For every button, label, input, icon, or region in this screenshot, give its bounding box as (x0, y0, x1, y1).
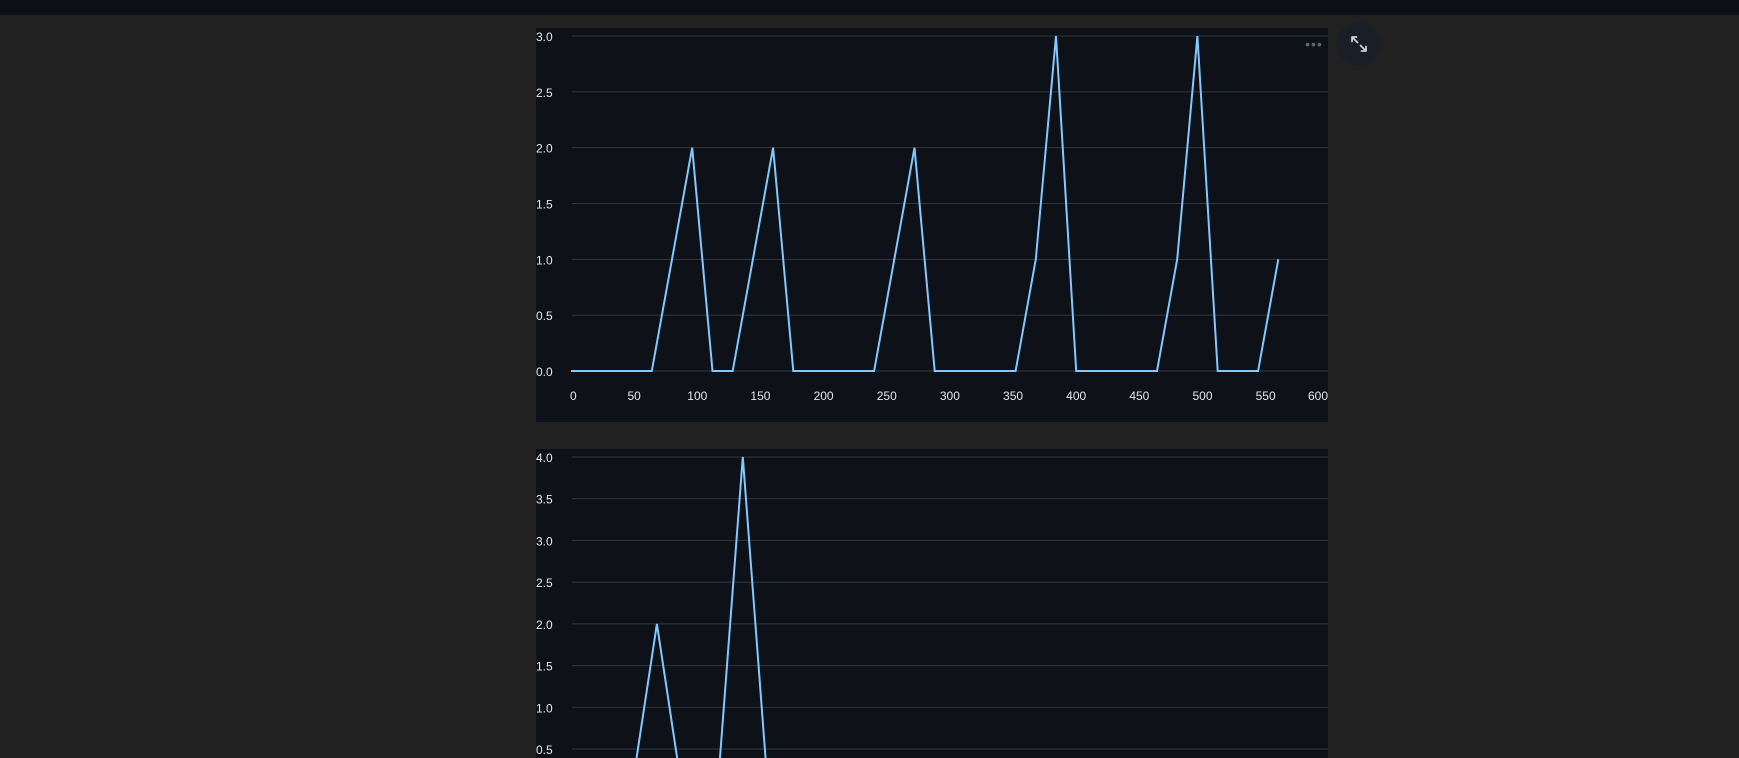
line-chart-2-svg: 0.5 1.0 1.5 2.0 2.5 3.0 3.5 4.0 (536, 451, 1328, 758)
y-tick-label: 1.5 (536, 198, 553, 212)
app-header-bar (0, 0, 1739, 15)
x-tick-label: 0 (570, 389, 577, 403)
more-horizontal-icon: ••• (1305, 36, 1323, 52)
y-tick-label: 4.0 (536, 451, 553, 465)
line-chart-2: 0.5 1.0 1.5 2.0 2.5 3.0 3.5 4.0 (536, 449, 1328, 758)
x-tick-label: 150 (750, 389, 770, 403)
line-chart-1-svg: 0.0 0.5 1.0 1.5 2.0 2.5 3.0 0 50 100 150 200 250 300 3… (536, 30, 1328, 403)
x-tick-label: 500 (1192, 389, 1212, 403)
y-tick-label: 0.5 (536, 743, 553, 757)
series-line (635, 456, 767, 758)
y-tick-label: 3.0 (536, 534, 553, 548)
x-tick-label: 200 (814, 389, 834, 403)
x-tick-label: 300 (940, 389, 960, 403)
y-tick-label: 2.5 (536, 86, 553, 100)
y-tick-label: 1.0 (536, 253, 553, 267)
y-tick-label: 0.5 (536, 309, 553, 323)
x-tick-label: 550 (1256, 389, 1276, 403)
y-tick-label: 2.0 (536, 618, 553, 632)
x-tick-label: 400 (1066, 389, 1086, 403)
x-tick-label: 450 (1129, 389, 1149, 403)
chart-menu-button[interactable]: ••• (1304, 37, 1324, 51)
y-tick-label: 3.5 (536, 493, 553, 507)
y-tick-label: 1.5 (536, 660, 553, 674)
x-tick-label: 350 (1003, 389, 1023, 403)
line-chart-1: 0.0 0.5 1.0 1.5 2.0 2.5 3.0 0 50 100 150 200 250 300 3… (536, 28, 1328, 422)
x-tick-label: 50 (627, 389, 641, 403)
fullscreen-button[interactable] (1337, 22, 1381, 66)
y-tick-label: 1.0 (536, 701, 553, 715)
y-tick-label: 2.0 (536, 142, 553, 156)
y-tick-label: 2.5 (536, 576, 553, 590)
y-tick-label: 0.0 (536, 365, 553, 379)
x-tick-label: 100 (687, 389, 707, 403)
y-tick-label: 3.0 (536, 30, 553, 44)
fullscreen-icon (1351, 36, 1367, 52)
x-tick-label: 250 (877, 389, 897, 403)
x-tick-label: 600 (1308, 389, 1328, 403)
